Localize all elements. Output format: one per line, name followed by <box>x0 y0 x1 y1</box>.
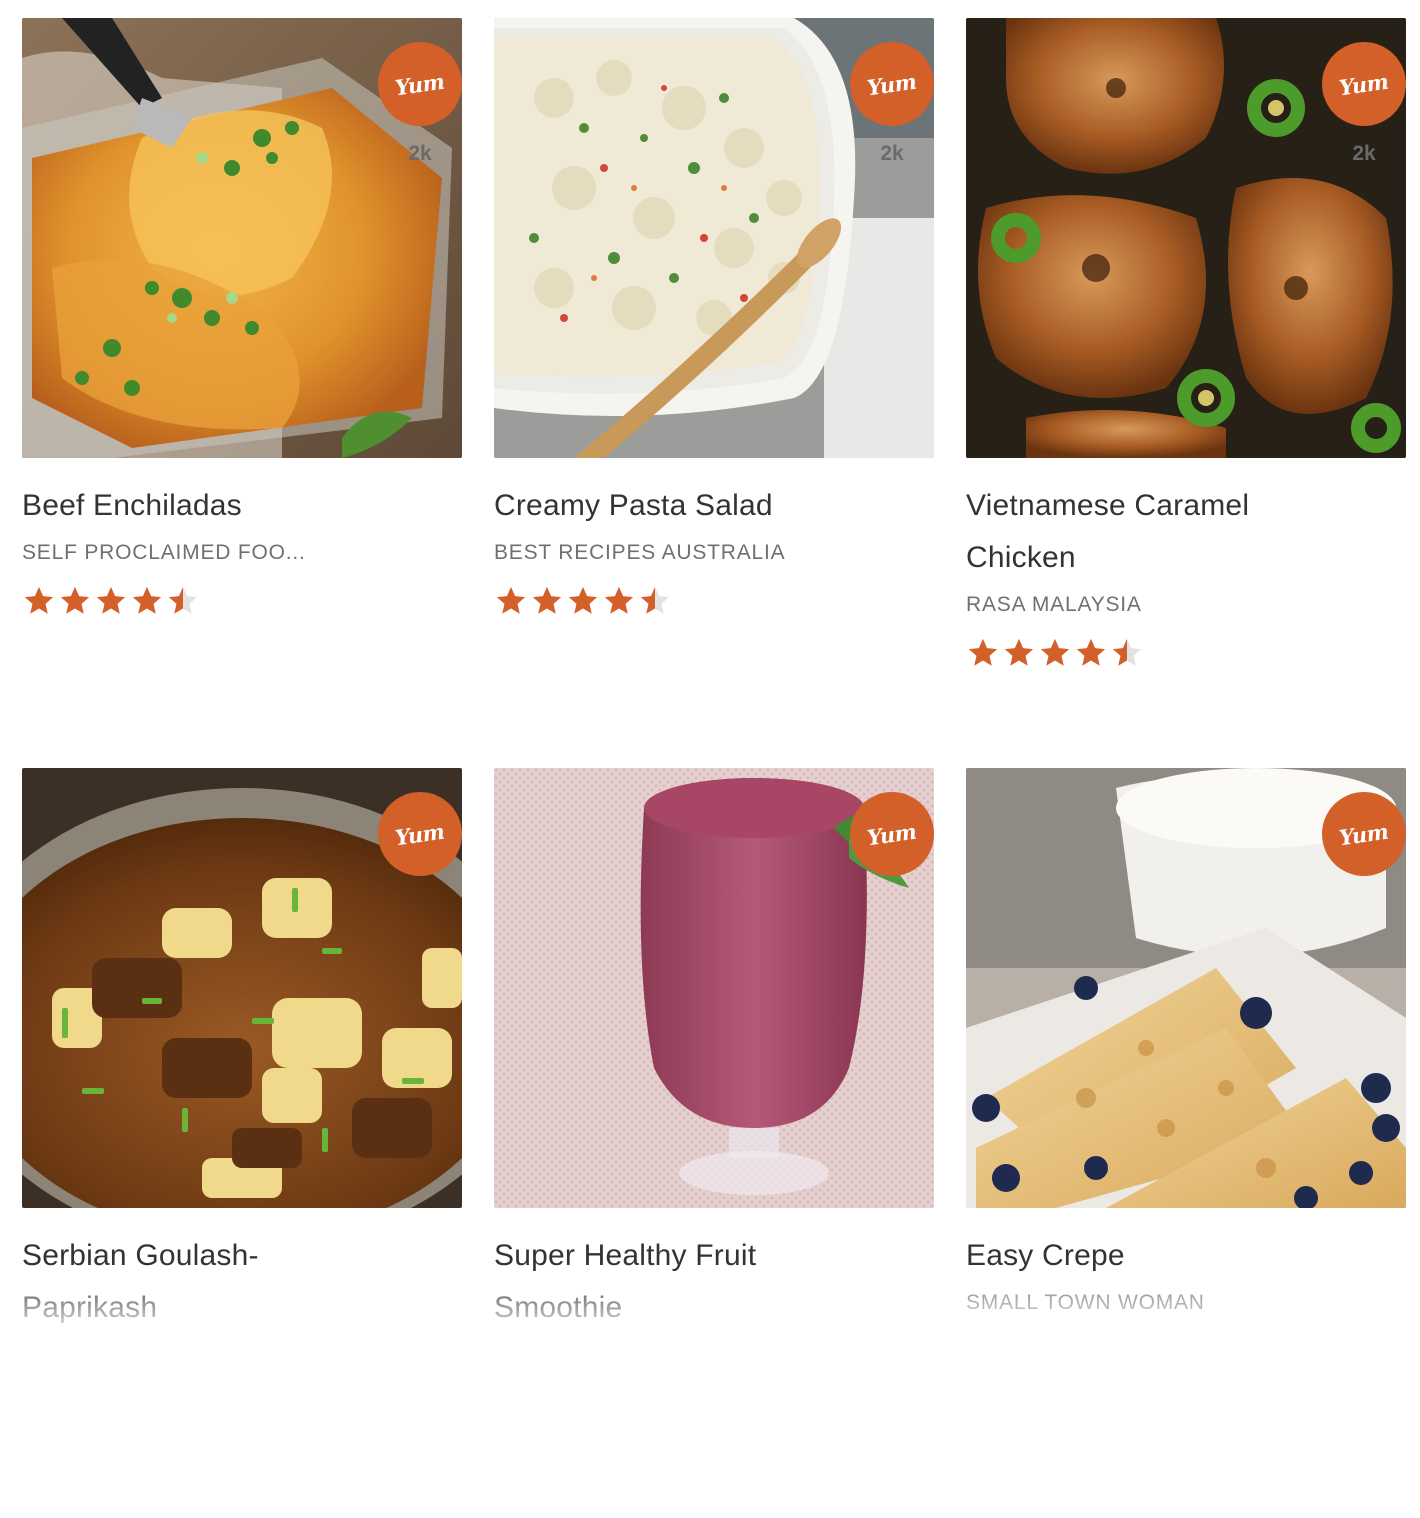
recipe-title[interactable]: Creamy Pasta Salad <box>494 480 824 532</box>
recipe-meta: Super Healthy Fruit Smoothie <box>494 1208 934 1334</box>
star-rating <box>966 636 1296 670</box>
yum-count: 2k <box>408 142 432 165</box>
yum-widget: Yum <box>378 792 462 876</box>
recipe-title[interactable]: Easy Crepe <box>966 1230 1296 1282</box>
yum-button[interactable]: Yum <box>378 42 462 126</box>
star-icon <box>1004 638 1034 666</box>
recipe-card[interactable]: Vietnamese Caramel Chicken RASA MALAYSIA… <box>966 18 1406 768</box>
recipe-meta: Beef Enchiladas SELF PROCLAIMED FOO... <box>22 458 462 618</box>
recipe-title[interactable]: Beef Enchiladas <box>22 480 352 532</box>
yum-widget: Yum 2k <box>850 42 934 166</box>
yum-count: 2k <box>1352 142 1376 165</box>
yum-logo-label: Yum <box>1337 68 1391 100</box>
star-icon <box>568 586 598 614</box>
recipe-card[interactable]: Serbian Goulash-Paprikash Yum <box>22 768 462 1518</box>
recipe-source[interactable]: SMALL TOWN WOMAN <box>966 1288 1266 1318</box>
star-rating <box>22 584 352 618</box>
recipe-source[interactable]: SELF PROCLAIMED FOO... <box>22 538 322 568</box>
star-rating <box>494 584 824 618</box>
yum-count: 2k <box>880 142 904 165</box>
recipe-card[interactable]: Beef Enchiladas SELF PROCLAIMED FOO... Y… <box>22 18 462 768</box>
recipe-grid: Beef Enchiladas SELF PROCLAIMED FOO... Y… <box>22 18 1406 1518</box>
recipe-title[interactable]: Super Healthy Fruit Smoothie <box>494 1230 824 1334</box>
recipe-title[interactable]: Vietnamese Caramel Chicken <box>966 480 1296 584</box>
recipe-source[interactable]: RASA MALAYSIA <box>966 590 1266 620</box>
yum-widget: Yum <box>850 792 934 876</box>
yum-widget: Yum 2k <box>1322 42 1406 166</box>
star-icon <box>24 586 54 614</box>
star-icon <box>604 586 634 614</box>
yum-widget: Yum <box>1322 792 1406 876</box>
recipe-meta: Serbian Goulash-Paprikash <box>22 1208 462 1334</box>
yum-logo-label: Yum <box>393 68 447 100</box>
yum-logo-label: Yum <box>865 68 919 100</box>
yum-button[interactable]: Yum <box>850 792 934 876</box>
yum-button[interactable]: Yum <box>1322 42 1406 126</box>
yum-logo-label: Yum <box>393 818 447 850</box>
star-icon <box>96 586 126 614</box>
recipe-source[interactable]: BEST RECIPES AUSTRALIA <box>494 538 794 568</box>
star-icon <box>60 586 90 614</box>
recipe-card[interactable]: Easy Crepe SMALL TOWN WOMAN Yum <box>966 768 1406 1518</box>
star-icon <box>1112 638 1142 666</box>
star-icon <box>1076 638 1106 666</box>
star-icon <box>496 586 526 614</box>
star-icon <box>640 586 670 614</box>
star-icon <box>132 586 162 614</box>
yum-widget: Yum 2k <box>378 42 462 166</box>
recipe-title[interactable]: Serbian Goulash-Paprikash <box>22 1230 352 1334</box>
yum-button[interactable]: Yum <box>850 42 934 126</box>
star-icon <box>168 586 198 614</box>
recipe-card[interactable]: Creamy Pasta Salad BEST RECIPES AUSTRALI… <box>494 18 934 768</box>
recipe-meta: Vietnamese Caramel Chicken RASA MALAYSIA <box>966 458 1406 670</box>
star-icon <box>968 638 998 666</box>
yum-logo-label: Yum <box>865 818 919 850</box>
recipe-meta: Creamy Pasta Salad BEST RECIPES AUSTRALI… <box>494 458 934 618</box>
yum-button[interactable]: Yum <box>1322 792 1406 876</box>
yum-logo-label: Yum <box>1337 818 1391 850</box>
star-icon <box>1040 638 1070 666</box>
recipe-card[interactable]: Super Healthy Fruit Smoothie Yum <box>494 768 934 1518</box>
recipe-meta: Easy Crepe SMALL TOWN WOMAN <box>966 1208 1406 1318</box>
star-icon <box>532 586 562 614</box>
yum-button[interactable]: Yum <box>378 792 462 876</box>
